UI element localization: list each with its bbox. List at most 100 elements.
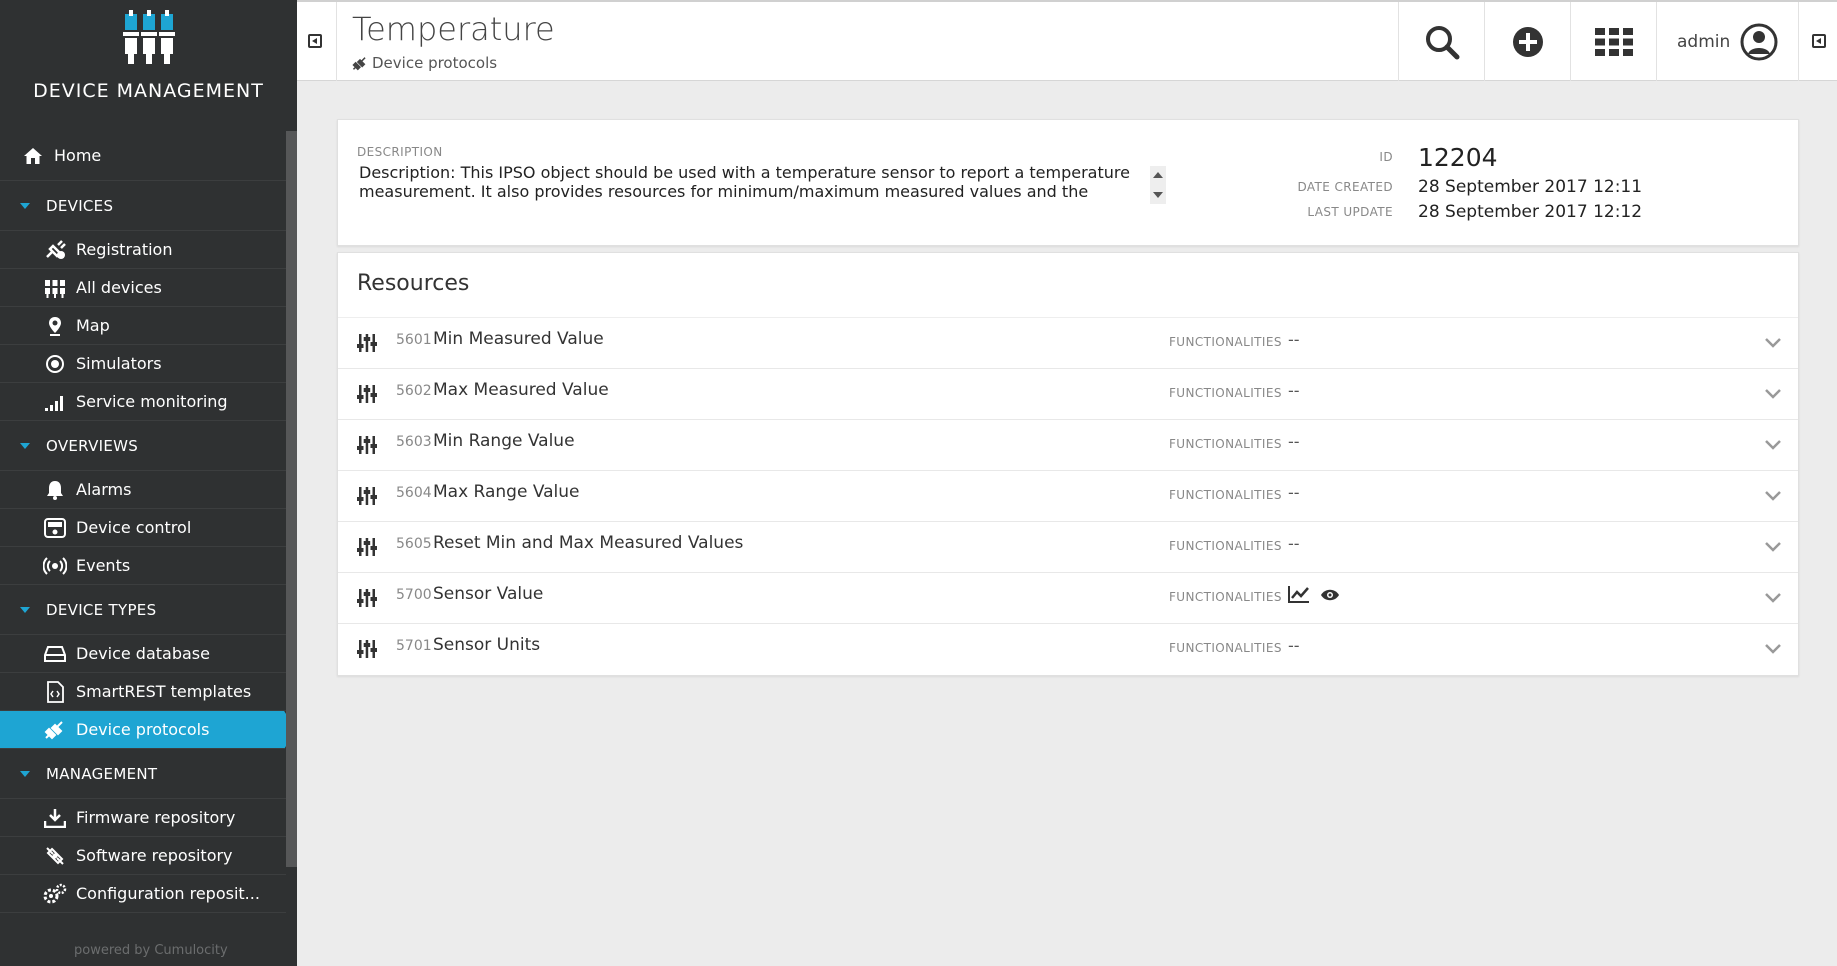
sidebar-item-firmware-repository[interactable]: Firmware repository <box>0 799 286 837</box>
user-menu[interactable]: admin <box>1677 2 1778 81</box>
resource-name[interactable]: Min Range Value <box>433 431 575 451</box>
page-title: Temperature <box>352 10 555 48</box>
sidebar-group-devices[interactable]: DEVICES <box>0 181 286 231</box>
chevron-down-icon[interactable] <box>1764 640 1782 659</box>
search-button[interactable] <box>1399 2 1484 81</box>
info-card: DESCRIPTION Description: This IPSO objec… <box>337 119 1799 246</box>
group-title: MANAGEMENT <box>46 764 158 783</box>
resource-id: 5700 <box>396 587 432 603</box>
functionalities-label: FUNCTIONALITIES <box>1169 437 1282 451</box>
sidebar-item-service-monitoring[interactable]: Service monitoring <box>0 383 286 421</box>
brand[interactable]: DEVICE MANAGEMENT <box>0 0 297 131</box>
chevron-down-icon[interactable] <box>1764 436 1782 455</box>
resource-row[interactable]: 5701 Sensor Units FUNCTIONALITIES -- <box>338 624 1798 675</box>
scroll-down-icon[interactable] <box>1153 192 1163 198</box>
sidebar-item-all-devices[interactable]: All devices <box>0 269 286 307</box>
description-scrollbar[interactable] <box>1150 166 1166 204</box>
sidebar-item-label: Map <box>76 316 110 335</box>
resources-title: Resources <box>338 253 1798 318</box>
sidebar-item-configuration-repository[interactable]: Configuration reposit... <box>0 875 286 913</box>
sidebar-item-label: Registration <box>76 240 173 259</box>
divider <box>336 2 337 81</box>
chart-icon[interactable] <box>1288 585 1310 607</box>
sidebar-item-software-repository[interactable]: Software repository <box>0 837 286 875</box>
resource-name[interactable]: Reset Min and Max Measured Values <box>433 533 743 553</box>
sidebar-group-management[interactable]: MANAGEMENT <box>0 749 286 799</box>
sidebar-item-device-database[interactable]: Device database <box>0 635 286 673</box>
sidebar-item-label: Service monitoring <box>76 392 228 411</box>
resource-id: 5602 <box>396 383 432 399</box>
scroll-up-icon[interactable] <box>1153 172 1163 178</box>
resource-row[interactable]: 5601 Min Measured Value FUNCTIONALITIES -- <box>338 318 1798 369</box>
sidebar-item-alarms[interactable]: Alarms <box>0 471 286 509</box>
sidebar-item-label: Device protocols <box>76 720 210 739</box>
plug-disconnect-icon <box>42 720 68 740</box>
sidebar-scrollbar[interactable] <box>286 131 297 867</box>
resource-name[interactable]: Sensor Value <box>433 584 543 604</box>
resource-name[interactable]: Sensor Units <box>433 635 540 655</box>
sliders-icon <box>357 486 377 510</box>
sliders-icon <box>357 333 377 357</box>
resources-list: 5601 Min Measured Value FUNCTIONALITIES -- 5… <box>338 318 1798 675</box>
date-created-label: DATE CREATED <box>1297 179 1393 194</box>
search-icon <box>1425 25 1459 59</box>
chevron-down-icon[interactable] <box>1764 334 1782 353</box>
sidebar-item-simulators[interactable]: Simulators <box>0 345 286 383</box>
chevron-down-icon[interactable] <box>1764 487 1782 506</box>
description-text[interactable]: Description: This IPSO object should be … <box>359 163 1139 203</box>
metadata: ID 12204 DATE CREATED 28 September 2017 12… <box>1218 140 1642 224</box>
code-file-icon <box>42 680 68 703</box>
chevron-down-icon[interactable] <box>1764 538 1782 557</box>
resource-row[interactable]: 5605 Reset Min and Max Measured Values FUN… <box>338 522 1798 573</box>
chevron-down-icon[interactable] <box>1764 385 1782 404</box>
functionalities-label: FUNCTIONALITIES <box>1169 335 1282 349</box>
breadcrumb[interactable]: Device protocols <box>352 54 497 72</box>
sidebar-item-device-protocols[interactable]: Device protocols <box>0 711 296 749</box>
sidebar-item-events[interactable]: Events <box>0 547 286 585</box>
bell-icon <box>42 480 68 500</box>
id-value: 12204 <box>1418 142 1498 172</box>
sidebar-item-label: Alarms <box>76 480 132 499</box>
resource-id: 5601 <box>396 332 432 348</box>
resource-row[interactable]: 5602 Max Measured Value FUNCTIONALITIES -- <box>338 369 1798 420</box>
resource-name[interactable]: Min Measured Value <box>433 329 604 349</box>
eye-icon[interactable] <box>1320 587 1340 606</box>
sidebar-group-device-types[interactable]: DEVICE TYPES <box>0 585 286 635</box>
plug-disconnect-icon <box>352 56 366 70</box>
device-control-icon <box>42 517 68 538</box>
simulator-icon <box>42 354 68 374</box>
group-title: DEVICES <box>46 196 114 215</box>
functionalities-label: FUNCTIONALITIES <box>1169 386 1282 400</box>
sidebar-item-label: Device database <box>76 644 210 663</box>
collapse-right-panel-icon[interactable] <box>1812 34 1826 48</box>
sidebar-item-smartrest-templates[interactable]: SmartREST templates <box>0 673 286 711</box>
functionalities-label: FUNCTIONALITIES <box>1169 488 1282 502</box>
app-switcher-button[interactable] <box>1571 2 1656 81</box>
breadcrumb-link[interactable]: Device protocols <box>372 54 497 72</box>
resource-name[interactable]: Max Range Value <box>433 482 580 502</box>
sidebar-group-overviews[interactable]: OVERVIEWS <box>0 421 286 471</box>
collapse-sidebar-icon[interactable] <box>308 34 322 48</box>
sidebar-item-registration[interactable]: Registration <box>0 231 286 269</box>
powered-by: powered by Cumulocity <box>74 943 228 958</box>
functionalities: -- <box>1288 330 1300 349</box>
sidebar-item-device-control[interactable]: Device control <box>0 509 286 547</box>
map-pin-icon <box>42 316 68 336</box>
sidebar-item-home[interactable]: Home <box>0 131 286 181</box>
divider <box>1798 2 1799 81</box>
resource-row[interactable]: 5604 Max Range Value FUNCTIONALITIES -- <box>338 471 1798 522</box>
resource-row[interactable]: 5603 Min Range Value FUNCTIONALITIES -- <box>338 420 1798 471</box>
add-button[interactable] <box>1485 2 1570 81</box>
resource-row[interactable]: 5700 Sensor Value FUNCTIONALITIES <box>338 573 1798 624</box>
functionalities-value: -- <box>1288 534 1300 553</box>
sidebar-item-map[interactable]: Map <box>0 307 286 345</box>
main-content: DESCRIPTION Description: This IPSO objec… <box>337 119 1799 676</box>
functionalities <box>1288 585 1340 607</box>
resource-name[interactable]: Max Measured Value <box>433 380 609 400</box>
functionalities-value: -- <box>1288 330 1300 349</box>
chevron-down-icon[interactable] <box>1764 589 1782 608</box>
sidebar-nav: Home DEVICES Registration All devices Ma… <box>0 131 296 913</box>
gears-icon <box>42 883 68 905</box>
sidebar-item-label: Firmware repository <box>76 808 236 827</box>
description-label: DESCRIPTION <box>357 145 443 159</box>
